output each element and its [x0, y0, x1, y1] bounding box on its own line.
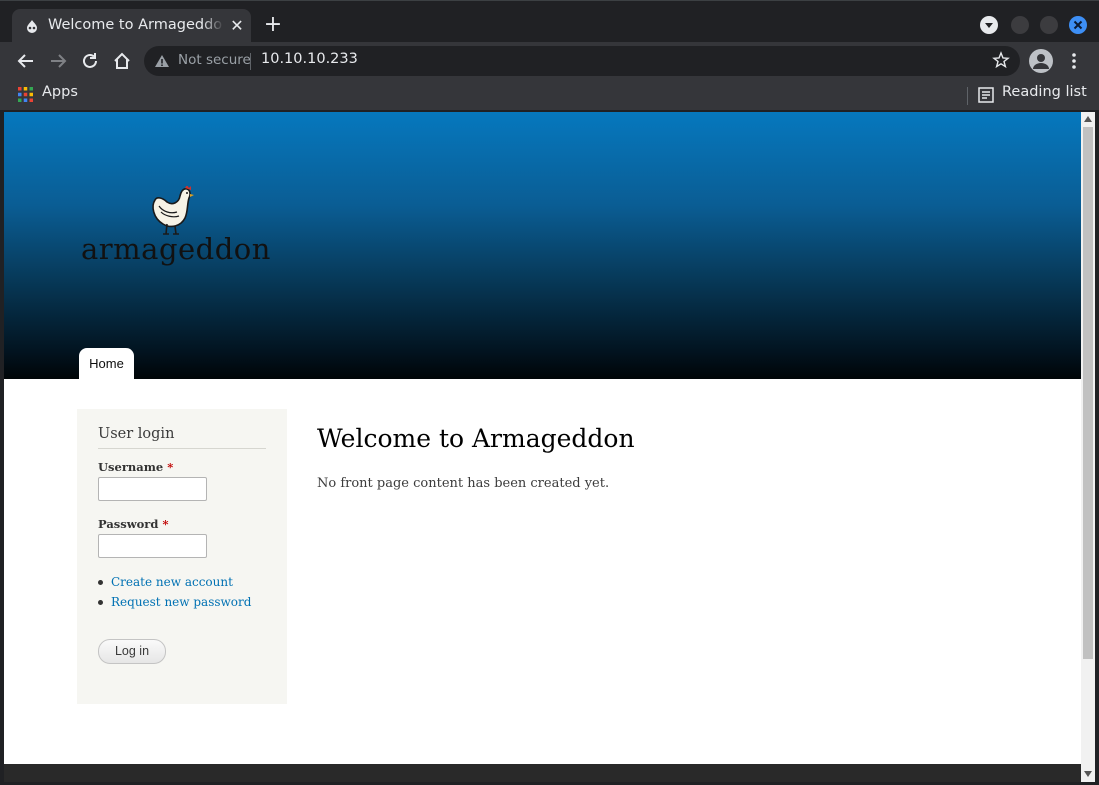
- window-close-button[interactable]: [1069, 16, 1087, 34]
- block-title: User login: [98, 426, 175, 442]
- window-frame-left: [0, 112, 4, 785]
- login-button[interactable]: Log in: [98, 639, 166, 664]
- bookmark-star-icon[interactable]: [992, 51, 1010, 69]
- profile-avatar-icon[interactable]: [1029, 49, 1053, 73]
- reload-icon[interactable]: [79, 50, 101, 72]
- username-field[interactable]: [98, 477, 207, 501]
- page-viewport: armageddon Home User login Username * Pa…: [4, 112, 1081, 764]
- front-page-message: No front page content has been created y…: [317, 476, 610, 491]
- security-label[interactable]: Not secure: [178, 52, 251, 68]
- home-icon[interactable]: [111, 50, 133, 72]
- close-icon[interactable]: ✕: [228, 17, 246, 35]
- bookmarks-divider: [967, 87, 968, 105]
- login-links: Create new account Request new password: [98, 574, 251, 614]
- apps-grid-icon[interactable]: [18, 87, 33, 102]
- password-label: Password *: [98, 517, 168, 531]
- chicken-logo-icon: [152, 186, 194, 235]
- tab-search-dropdown-icon[interactable]: [980, 16, 998, 34]
- tab-title: Welcome to Armageddon: [48, 17, 222, 33]
- scroll-thumb[interactable]: [1083, 127, 1093, 659]
- request-password-link[interactable]: Request new password: [98, 594, 251, 614]
- password-label-text: Password: [98, 517, 159, 531]
- site-header: armageddon Home: [4, 112, 1081, 379]
- url-text[interactable]: 10.10.10.233: [261, 51, 358, 67]
- nav-home-tab[interactable]: Home: [79, 348, 134, 379]
- reading-list-icon[interactable]: [978, 87, 994, 103]
- drupal-drop-icon: [27, 20, 37, 33]
- scroll-down-icon[interactable]: [1084, 771, 1092, 777]
- site-footer: [4, 764, 1081, 782]
- warning-triangle-icon[interactable]: [154, 54, 170, 68]
- required-marker: *: [167, 460, 174, 474]
- more-vert-icon[interactable]: [1064, 50, 1084, 72]
- browser-tab[interactable]: Welcome to Armageddon ✕: [12, 9, 251, 43]
- required-marker: *: [162, 517, 169, 531]
- maximize-button[interactable]: [1040, 16, 1058, 34]
- back-arrow-icon[interactable]: [15, 50, 37, 72]
- page-scrollbar[interactable]: [1081, 112, 1095, 782]
- user-login-block: User login Username * Password * Create …: [77, 409, 287, 704]
- create-account-link[interactable]: Create new account: [98, 574, 251, 594]
- page-title: Welcome to Armageddon: [317, 424, 635, 453]
- reading-list-link[interactable]: Reading list: [1002, 84, 1087, 100]
- forward-arrow-icon[interactable]: [47, 50, 69, 72]
- tab-strip: Welcome to Armageddon ✕ +: [0, 0, 1099, 43]
- tab-title-fade: [202, 13, 224, 39]
- address-divider: [250, 53, 251, 70]
- username-label-text: Username: [98, 460, 164, 474]
- username-label: Username *: [98, 460, 173, 474]
- plus-icon[interactable]: +: [262, 14, 284, 36]
- address-bar[interactable]: Not secure 10.10.10.233: [144, 46, 1020, 76]
- scroll-up-icon[interactable]: [1084, 116, 1092, 122]
- browser-toolbar: Not secure 10.10.10.233: [0, 42, 1099, 80]
- apps-link[interactable]: Apps: [42, 84, 78, 100]
- site-logo[interactable]: armageddon: [81, 186, 270, 270]
- block-divider: [98, 448, 266, 449]
- bookmarks-bar: Apps Reading list: [0, 80, 1099, 111]
- logo-text: armageddon: [81, 232, 271, 266]
- minimize-button[interactable]: [1011, 16, 1029, 34]
- password-field[interactable]: [98, 534, 207, 558]
